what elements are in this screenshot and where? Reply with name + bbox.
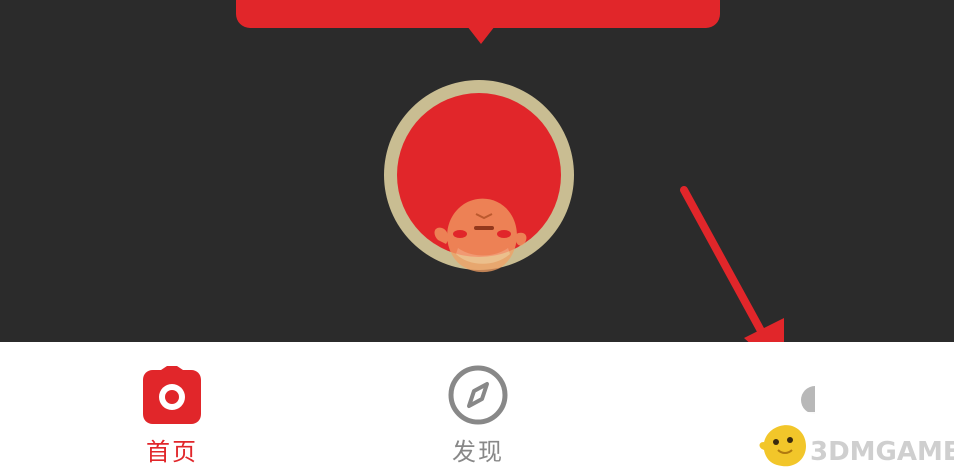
nav-item-discover[interactable]: 发现 xyxy=(418,364,538,466)
nav-item-home[interactable]: 首页 xyxy=(112,364,232,466)
camera-icon xyxy=(143,366,201,424)
compass-icon xyxy=(448,365,508,425)
watermark-mascot-icon xyxy=(759,425,806,467)
watermark-text: 3DMGAME xyxy=(810,437,954,467)
nav-label-discover: 发现 xyxy=(452,438,504,466)
nav-label-home: 首页 xyxy=(146,438,198,466)
